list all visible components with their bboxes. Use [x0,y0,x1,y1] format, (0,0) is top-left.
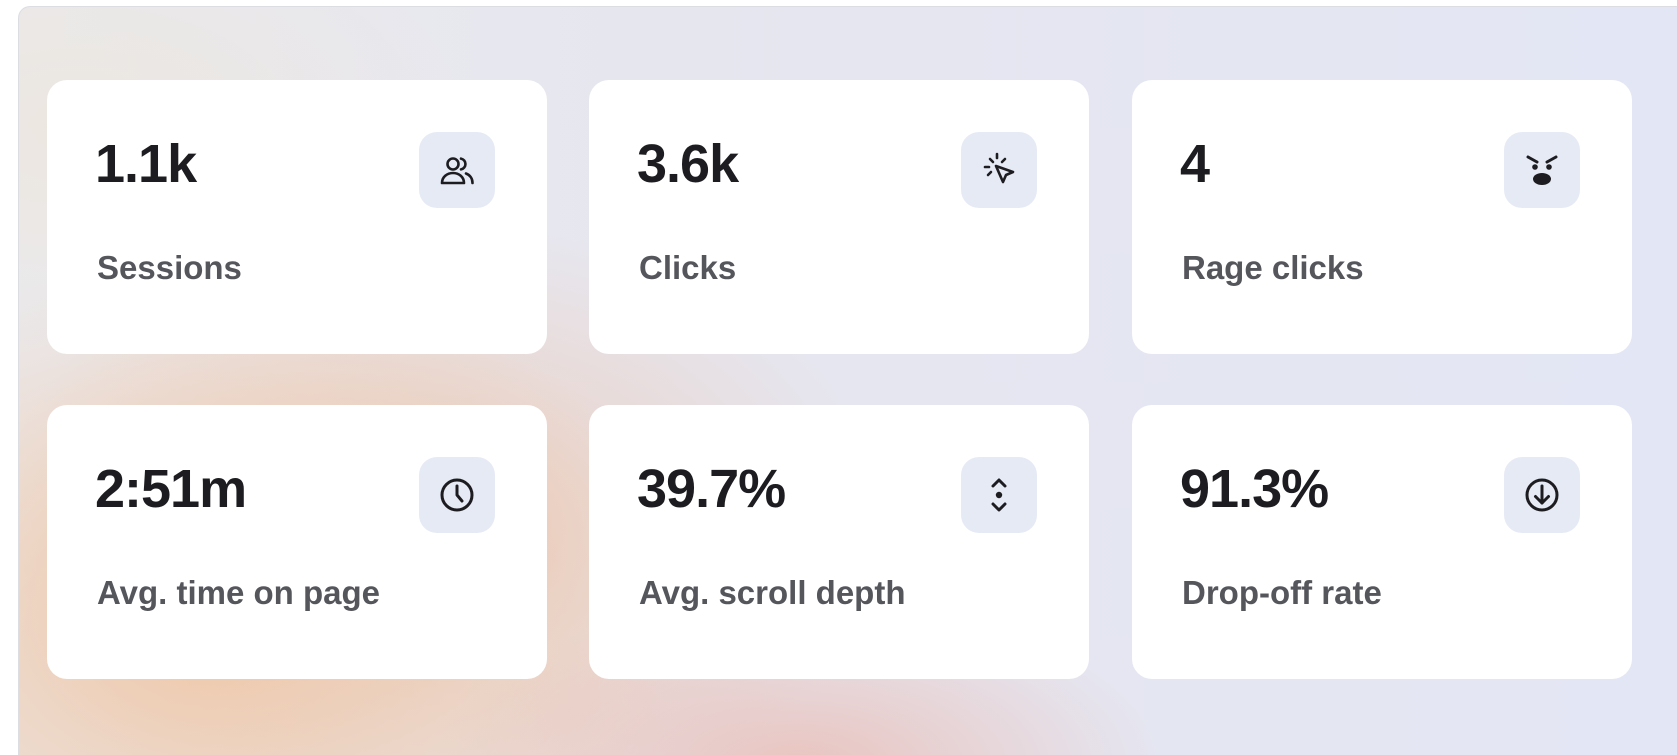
metric-card-clicks: 3.6k Clicks [589,80,1089,354]
metric-value: 4 [1180,134,1210,194]
metric-card-avg-time: 2:51m Avg. time on page [47,405,547,679]
metric-value: 1.1k [95,134,197,194]
metric-label: Sessions [97,249,242,286]
users-icon [419,132,495,208]
arrow-down-circle-icon [1504,457,1580,533]
metric-label: Rage clicks [1182,249,1364,286]
metric-card-rage-clicks: 4 Rage clicks [1132,80,1632,354]
metric-label: Clicks [639,249,737,286]
clock-icon [419,457,495,533]
metric-card-drop-off: 91.3% Drop-off rate [1132,405,1632,679]
metric-label: Avg. time on page [97,574,380,611]
metrics-panel: 1.1k Sessions 3.6k Clicks 4 Rage clicks … [18,6,1677,755]
metric-value: 3.6k [637,134,739,194]
metric-card-scroll-depth: 39.7% Avg. scroll depth [589,405,1089,679]
metric-card-sessions: 1.1k Sessions [47,80,547,354]
metric-label: Drop-off rate [1182,574,1382,611]
cursor-click-icon [961,132,1037,208]
metric-value: 91.3% [1180,459,1329,519]
scroll-icon [961,457,1037,533]
metric-label: Avg. scroll depth [639,574,906,611]
angry-face-icon [1504,132,1580,208]
metric-value: 2:51m [95,459,247,519]
metric-value: 39.7% [637,459,786,519]
